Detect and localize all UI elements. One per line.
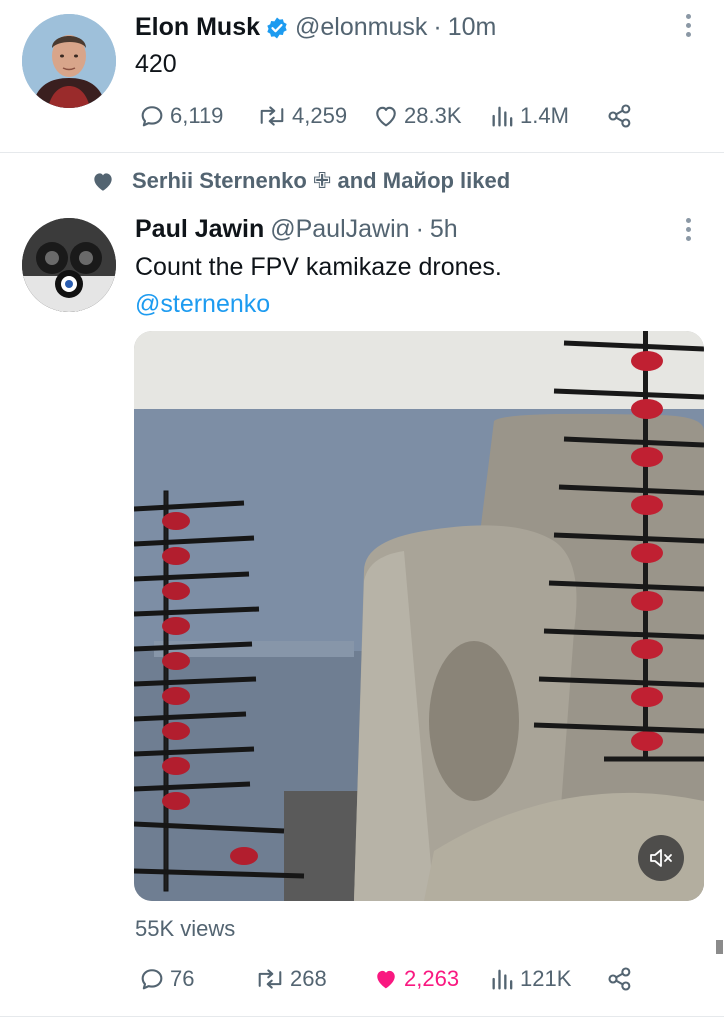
scrollbar-thumb[interactable] [716, 940, 723, 954]
tweet-header: Elon Musk @elonmusk · 10m [135, 13, 496, 42]
like-icon [372, 965, 400, 993]
verified-badge-icon [265, 16, 289, 40]
retweet-button[interactable]: 268 [254, 965, 327, 993]
avatar-elon[interactable] [22, 14, 116, 108]
tweet-divider [0, 1016, 724, 1017]
social-context-text: Serhii Sternenko ✙ and Майор liked [132, 168, 511, 193]
tweet-divider [0, 152, 724, 153]
views-count: 121K [520, 966, 572, 991]
author-handle[interactable]: @PaulJawin [270, 215, 409, 244]
like-count: 2,263 [404, 966, 460, 991]
views-count: 1.4M [520, 103, 569, 128]
mention-link[interactable]: @sternenko [135, 286, 270, 322]
like-button[interactable]: 2,263 [372, 965, 459, 993]
author-name[interactable]: Paul Jawin [135, 215, 264, 244]
like-button[interactable]: 28.3K [372, 102, 462, 130]
author-handle[interactable]: @elonmusk [295, 13, 427, 42]
retweet-button[interactable]: 4,259 [256, 102, 347, 130]
views-button[interactable]: 121K [490, 965, 571, 993]
tweet-text: Count the FPV kamikaze drones. [135, 253, 502, 281]
reply-button[interactable]: 6,119 [138, 102, 223, 130]
video-frame [134, 331, 704, 901]
tweet-text: 420 [135, 50, 177, 78]
mute-button[interactable] [638, 835, 684, 881]
share-button[interactable] [606, 102, 634, 130]
avatar-paul[interactable] [22, 218, 116, 312]
like-icon [372, 102, 400, 130]
views-icon [490, 965, 516, 993]
separator-dot: · [415, 215, 424, 243]
retweet-icon [254, 965, 286, 993]
retweet-icon [256, 102, 288, 130]
reply-icon [138, 965, 166, 993]
video-media[interactable] [134, 331, 704, 901]
views-button[interactable]: 1.4M [490, 102, 569, 130]
retweet-count: 268 [290, 966, 327, 991]
tweet-time[interactable]: 10m [448, 13, 497, 42]
tweet-time[interactable]: 5h [430, 215, 458, 244]
reply-count: 76 [170, 966, 195, 991]
heart-icon [90, 169, 116, 193]
reply-icon [138, 102, 166, 130]
view-count: 55K views [135, 916, 236, 941]
share-icon [606, 965, 634, 993]
reply-button[interactable]: 76 [138, 965, 194, 993]
social-context[interactable]: Serhii Sternenko ✙ and Майор liked [90, 168, 510, 194]
mute-icon [648, 847, 674, 869]
share-button[interactable] [606, 965, 634, 993]
share-icon [606, 102, 634, 130]
reply-count: 6,119 [170, 103, 224, 128]
author-name[interactable]: Elon Musk [135, 13, 260, 42]
retweet-count: 4,259 [292, 103, 348, 128]
views-icon [490, 102, 516, 130]
separator-dot: · [433, 13, 442, 41]
like-count: 28.3K [404, 103, 462, 128]
tweet-header: Paul Jawin @PaulJawin · 5h [135, 215, 458, 244]
more-icon[interactable] [684, 218, 692, 241]
more-icon[interactable] [684, 14, 692, 37]
